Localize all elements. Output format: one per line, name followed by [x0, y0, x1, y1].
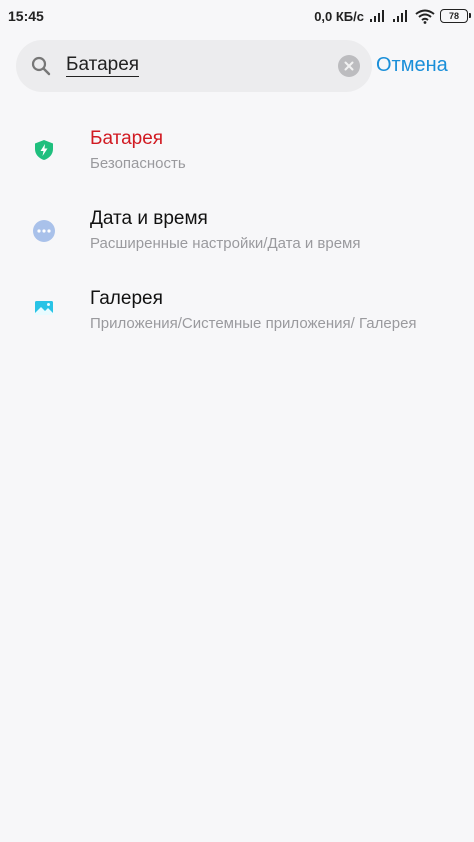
- result-title: Дата и время: [90, 208, 208, 229]
- cancel-button[interactable]: Отмена: [376, 54, 448, 77]
- status-bar: 15:45 0,0 КБ/с 78: [0, 0, 474, 34]
- shield-bolt-icon: [35, 140, 53, 160]
- network-speed: 0,0 КБ/с: [314, 8, 364, 24]
- battery-icon: 78: [440, 9, 471, 23]
- settings-search-screen: 15:45 0,0 КБ/с 78 Батарея Отмена Батарея…: [0, 0, 474, 842]
- signal-icon-2: [393, 10, 407, 22]
- more-dots-icon: [33, 220, 55, 242]
- result-item-date-time[interactable]: Дата и время Расширенные настройки/Дата …: [0, 196, 474, 276]
- result-title: Батарея: [90, 128, 164, 149]
- signal-icon: [370, 10, 384, 22]
- battery-level: 78: [448, 11, 459, 21]
- result-title: Галерея: [90, 288, 163, 309]
- wifi-icon: [415, 9, 435, 24]
- search-results: Батарея Безопасность Дата и время Расшир…: [0, 116, 474, 376]
- result-item-gallery[interactable]: Галерея Приложения/Системные приложения/…: [0, 276, 474, 376]
- result-subtitle: Безопасность: [90, 155, 186, 172]
- search-bar[interactable]: Батарея: [16, 40, 372, 92]
- search-icon: [31, 56, 51, 76]
- result-item-battery[interactable]: Батарея Безопасность: [0, 116, 474, 196]
- gallery-icon: [35, 301, 53, 315]
- search-input[interactable]: Батарея: [66, 54, 140, 77]
- result-subtitle: Расширенные настройки/Дата и время: [90, 235, 361, 252]
- status-indicators: 0,0 КБ/с 78: [314, 6, 471, 26]
- status-time: 15:45: [8, 8, 44, 24]
- result-subtitle: Приложения/Системные приложения/ Галерея: [90, 315, 417, 332]
- clear-icon[interactable]: [338, 55, 360, 77]
